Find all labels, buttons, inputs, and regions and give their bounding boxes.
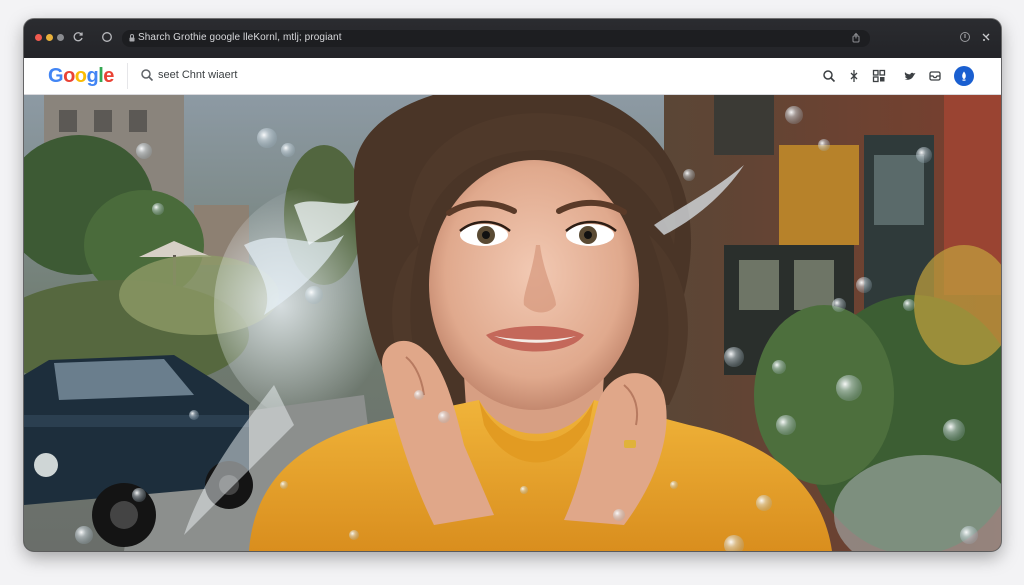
extensions-icon[interactable]	[958, 31, 972, 45]
menu-icon[interactable]	[979, 31, 993, 45]
lock-icon	[129, 34, 135, 42]
portrait-photo	[24, 95, 1001, 551]
bird-icon[interactable]	[902, 68, 918, 84]
browser-titlebar: Sharch Grothie google lleKornl, mtlj; pr…	[24, 19, 1001, 58]
browser-window: Sharch Grothie google lleKornl, mtlj; pr…	[24, 19, 1001, 551]
search-icon[interactable]	[140, 68, 154, 82]
home-icon[interactable]	[100, 31, 114, 45]
reload-icon[interactable]	[71, 31, 85, 45]
logo-letter: e	[103, 65, 114, 87]
logo-letter: o	[74, 65, 87, 87]
minimize-window-button[interactable]	[46, 34, 53, 41]
address-bar[interactable]: Sharch Grothie google lleKornl, mtlj; pr…	[122, 30, 870, 47]
search-icon[interactable]	[821, 68, 837, 84]
toolbar-actions	[821, 66, 981, 86]
zoom-window-button[interactable]	[57, 34, 64, 41]
inbox-icon[interactable]	[927, 68, 943, 84]
voice-icon[interactable]	[846, 68, 862, 84]
account-avatar[interactable]	[954, 66, 974, 86]
logo-letter: G	[48, 65, 64, 87]
google-toolbar: Google	[24, 58, 1001, 95]
share-icon[interactable]	[850, 32, 862, 44]
toolbar-divider	[127, 63, 128, 89]
photo-viewport	[24, 95, 1001, 551]
google-logo[interactable]: Google	[48, 63, 114, 89]
address-text: Sharch Grothie google lleKornl, mtlj; pr…	[138, 32, 342, 43]
apps-icon[interactable]	[871, 68, 887, 84]
logo-letter: o	[63, 65, 75, 87]
logo-letter: g	[86, 65, 99, 87]
search-input[interactable]	[158, 66, 458, 84]
close-window-button[interactable]	[35, 34, 42, 41]
